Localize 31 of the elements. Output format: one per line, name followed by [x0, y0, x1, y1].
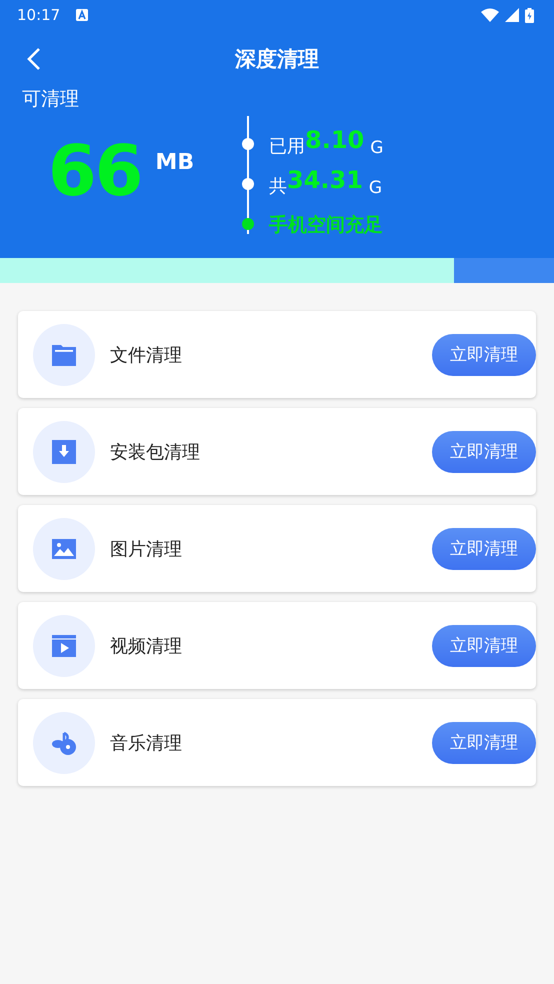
- total-value: 34.31: [287, 166, 363, 194]
- category-name: 图片清理: [110, 538, 183, 560]
- used-value: 8.10: [305, 126, 364, 154]
- video-icon: [51, 632, 77, 658]
- used-unit: G: [370, 138, 384, 158]
- amount-unit: MB: [155, 150, 194, 175]
- total-label: 共: [269, 175, 287, 198]
- timeline-dot: [242, 218, 254, 230]
- back-icon[interactable]: [27, 47, 41, 71]
- clean-now-button[interactable]: 立即清理: [432, 528, 536, 570]
- used-label: 已用: [269, 135, 305, 158]
- wifi-icon: [481, 8, 499, 22]
- status-time: 10:17: [17, 6, 60, 24]
- download-icon: [51, 438, 77, 464]
- clean-now-button[interactable]: 立即清理: [432, 334, 536, 376]
- clean-now-button[interactable]: 立即清理: [432, 430, 536, 472]
- total-unit: G: [368, 178, 382, 198]
- signal-icon: [505, 8, 519, 22]
- category-name: 文件清理: [110, 344, 183, 366]
- clean-now-button[interactable]: 立即清理: [432, 624, 536, 666]
- storage-status: 手机空间充足: [269, 213, 383, 238]
- music-icon: [51, 730, 77, 756]
- clean-now-button[interactable]: 立即清理: [432, 722, 536, 764]
- cleanable-amount: 66: [48, 136, 142, 206]
- category-name: 视频清理: [110, 634, 183, 658]
- cleanable-label: 可清理: [21, 87, 80, 112]
- category-name: 安装包清理: [110, 440, 201, 464]
- battery-icon: [525, 8, 534, 22]
- notification-icon: [76, 9, 88, 21]
- page-title: 深度清理: [235, 46, 319, 73]
- category-name: 音乐清理: [110, 732, 183, 754]
